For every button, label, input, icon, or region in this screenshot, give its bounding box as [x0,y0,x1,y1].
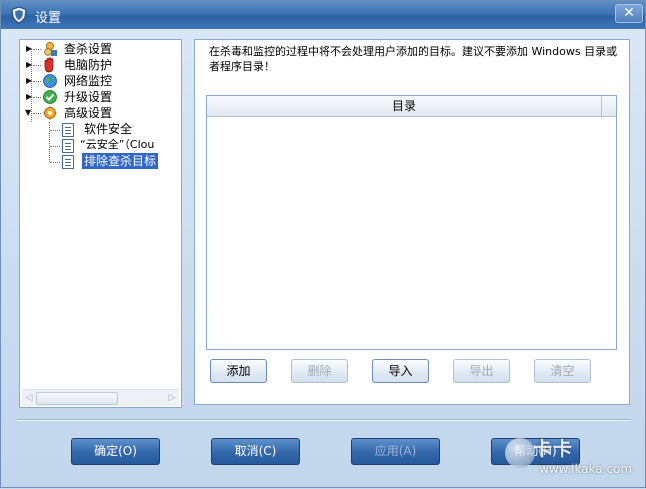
tree-line [50,162,60,163]
watermark-text: 卡卡 [533,438,574,460]
scroll-left-icon[interactable]: ◁ [22,390,36,406]
close-button[interactable]: ✕ [615,4,643,23]
add-button[interactable]: 添加 [210,359,267,383]
tree-line [33,49,41,50]
export-button[interactable]: 导出 [453,359,510,383]
title-bar[interactable]: 设置 ✕ [1,1,645,29]
tree-item-label: 高级设置 [64,106,113,120]
apply-button[interactable]: 应用(A) [351,438,440,465]
tree-item-network-monitor[interactable]: ▶ 网络监控 [20,73,170,89]
tree-item-cloud-security[interactable]: “云安全”（Clou [20,137,180,153]
tree-line [50,146,60,147]
tree-item-label: 查杀设置 [64,42,113,56]
settings-tree: ▶ 查杀设置 ▶ 电脑防护 ▶ 网络监控 ▶ 升级设置 ▼ 高级设置 软件安全 … [19,39,182,408]
tree-item-exclude-targets[interactable]: 排除查杀目标 [20,153,180,169]
watermark-url: www.ikaka.com [539,462,633,476]
scan-icon [44,42,57,56]
expand-arrow-icon[interactable]: ▶ [26,77,33,85]
tree-item-label: 升级设置 [64,90,113,104]
tree-line [33,97,41,98]
tree-item-advanced-settings[interactable]: ▼ 高级设置 [20,105,170,121]
expand-arrow-icon[interactable]: ▶ [26,61,33,69]
tree-line [33,113,41,114]
shield-logo-icon [11,6,27,24]
tree-item-update-settings[interactable]: ▶ 升级设置 [20,89,170,105]
update-check-icon [43,90,57,104]
tree-line [50,130,60,131]
description-text: 在杀毒和监控的过程中将不会处理用户添加的目标。建议不要添加 Windows 目录… [209,45,618,73]
settings-window: 设置 ✕ ▶ 查杀设置 ▶ 电脑防护 ▶ 网络监控 ▶ 升级设置 ▼ 高级设置 … [0,0,646,488]
tree-item-label: 软件安全 [84,122,133,136]
clear-button[interactable]: 清空 [534,359,591,383]
tree-line [33,81,41,82]
separator [17,419,631,421]
watermark-overlay: 卡卡 www.ikaka.com [501,432,646,489]
ok-button[interactable]: 确定(O) [71,438,160,465]
network-globe-icon [43,74,57,88]
tree-item-label-selected: 排除查杀目标 [82,153,159,169]
hand-shield-icon [44,57,54,73]
document-icon [62,139,74,153]
delete-button[interactable]: 删除 [291,359,348,383]
gear-icon [42,105,58,121]
collapse-arrow-icon[interactable]: ▼ [25,109,32,117]
watermark-globe-icon [505,438,535,468]
close-icon: ✕ [623,5,635,21]
tree-item-label: 电脑防护 [64,58,113,72]
scroll-right-icon[interactable]: ▷ [165,390,179,406]
scroll-thumb[interactable] [36,392,118,405]
document-icon [62,155,74,169]
tree-line [33,65,41,66]
tree-item-label: 网络监控 [64,74,113,88]
document-icon [62,123,74,137]
tree-item-software-security[interactable]: 软件安全 [20,121,180,137]
import-button[interactable]: 导入 [372,359,429,383]
cancel-button[interactable]: 取消(C) [211,438,300,465]
expand-arrow-icon[interactable]: ▶ [26,93,33,101]
tree-horizontal-scrollbar[interactable]: ◁ ▷ [22,389,179,406]
excluded-directory-list[interactable]: 目录 [206,95,617,350]
column-header-directory[interactable]: 目录 [207,96,602,117]
tree-item-pc-protection[interactable]: ▶ 电脑防护 [20,57,170,73]
column-header-filler [602,96,616,117]
window-title: 设置 [35,11,62,26]
exclude-targets-panel: 在杀毒和监控的过程中将不会处理用户添加的目标。建议不要添加 Windows 目录… [194,39,630,405]
tree-item-scan-settings[interactable]: ▶ 查杀设置 [20,41,170,57]
expand-arrow-icon[interactable]: ▶ [26,45,33,53]
tree-item-label: “云安全”（Clou [80,138,155,151]
